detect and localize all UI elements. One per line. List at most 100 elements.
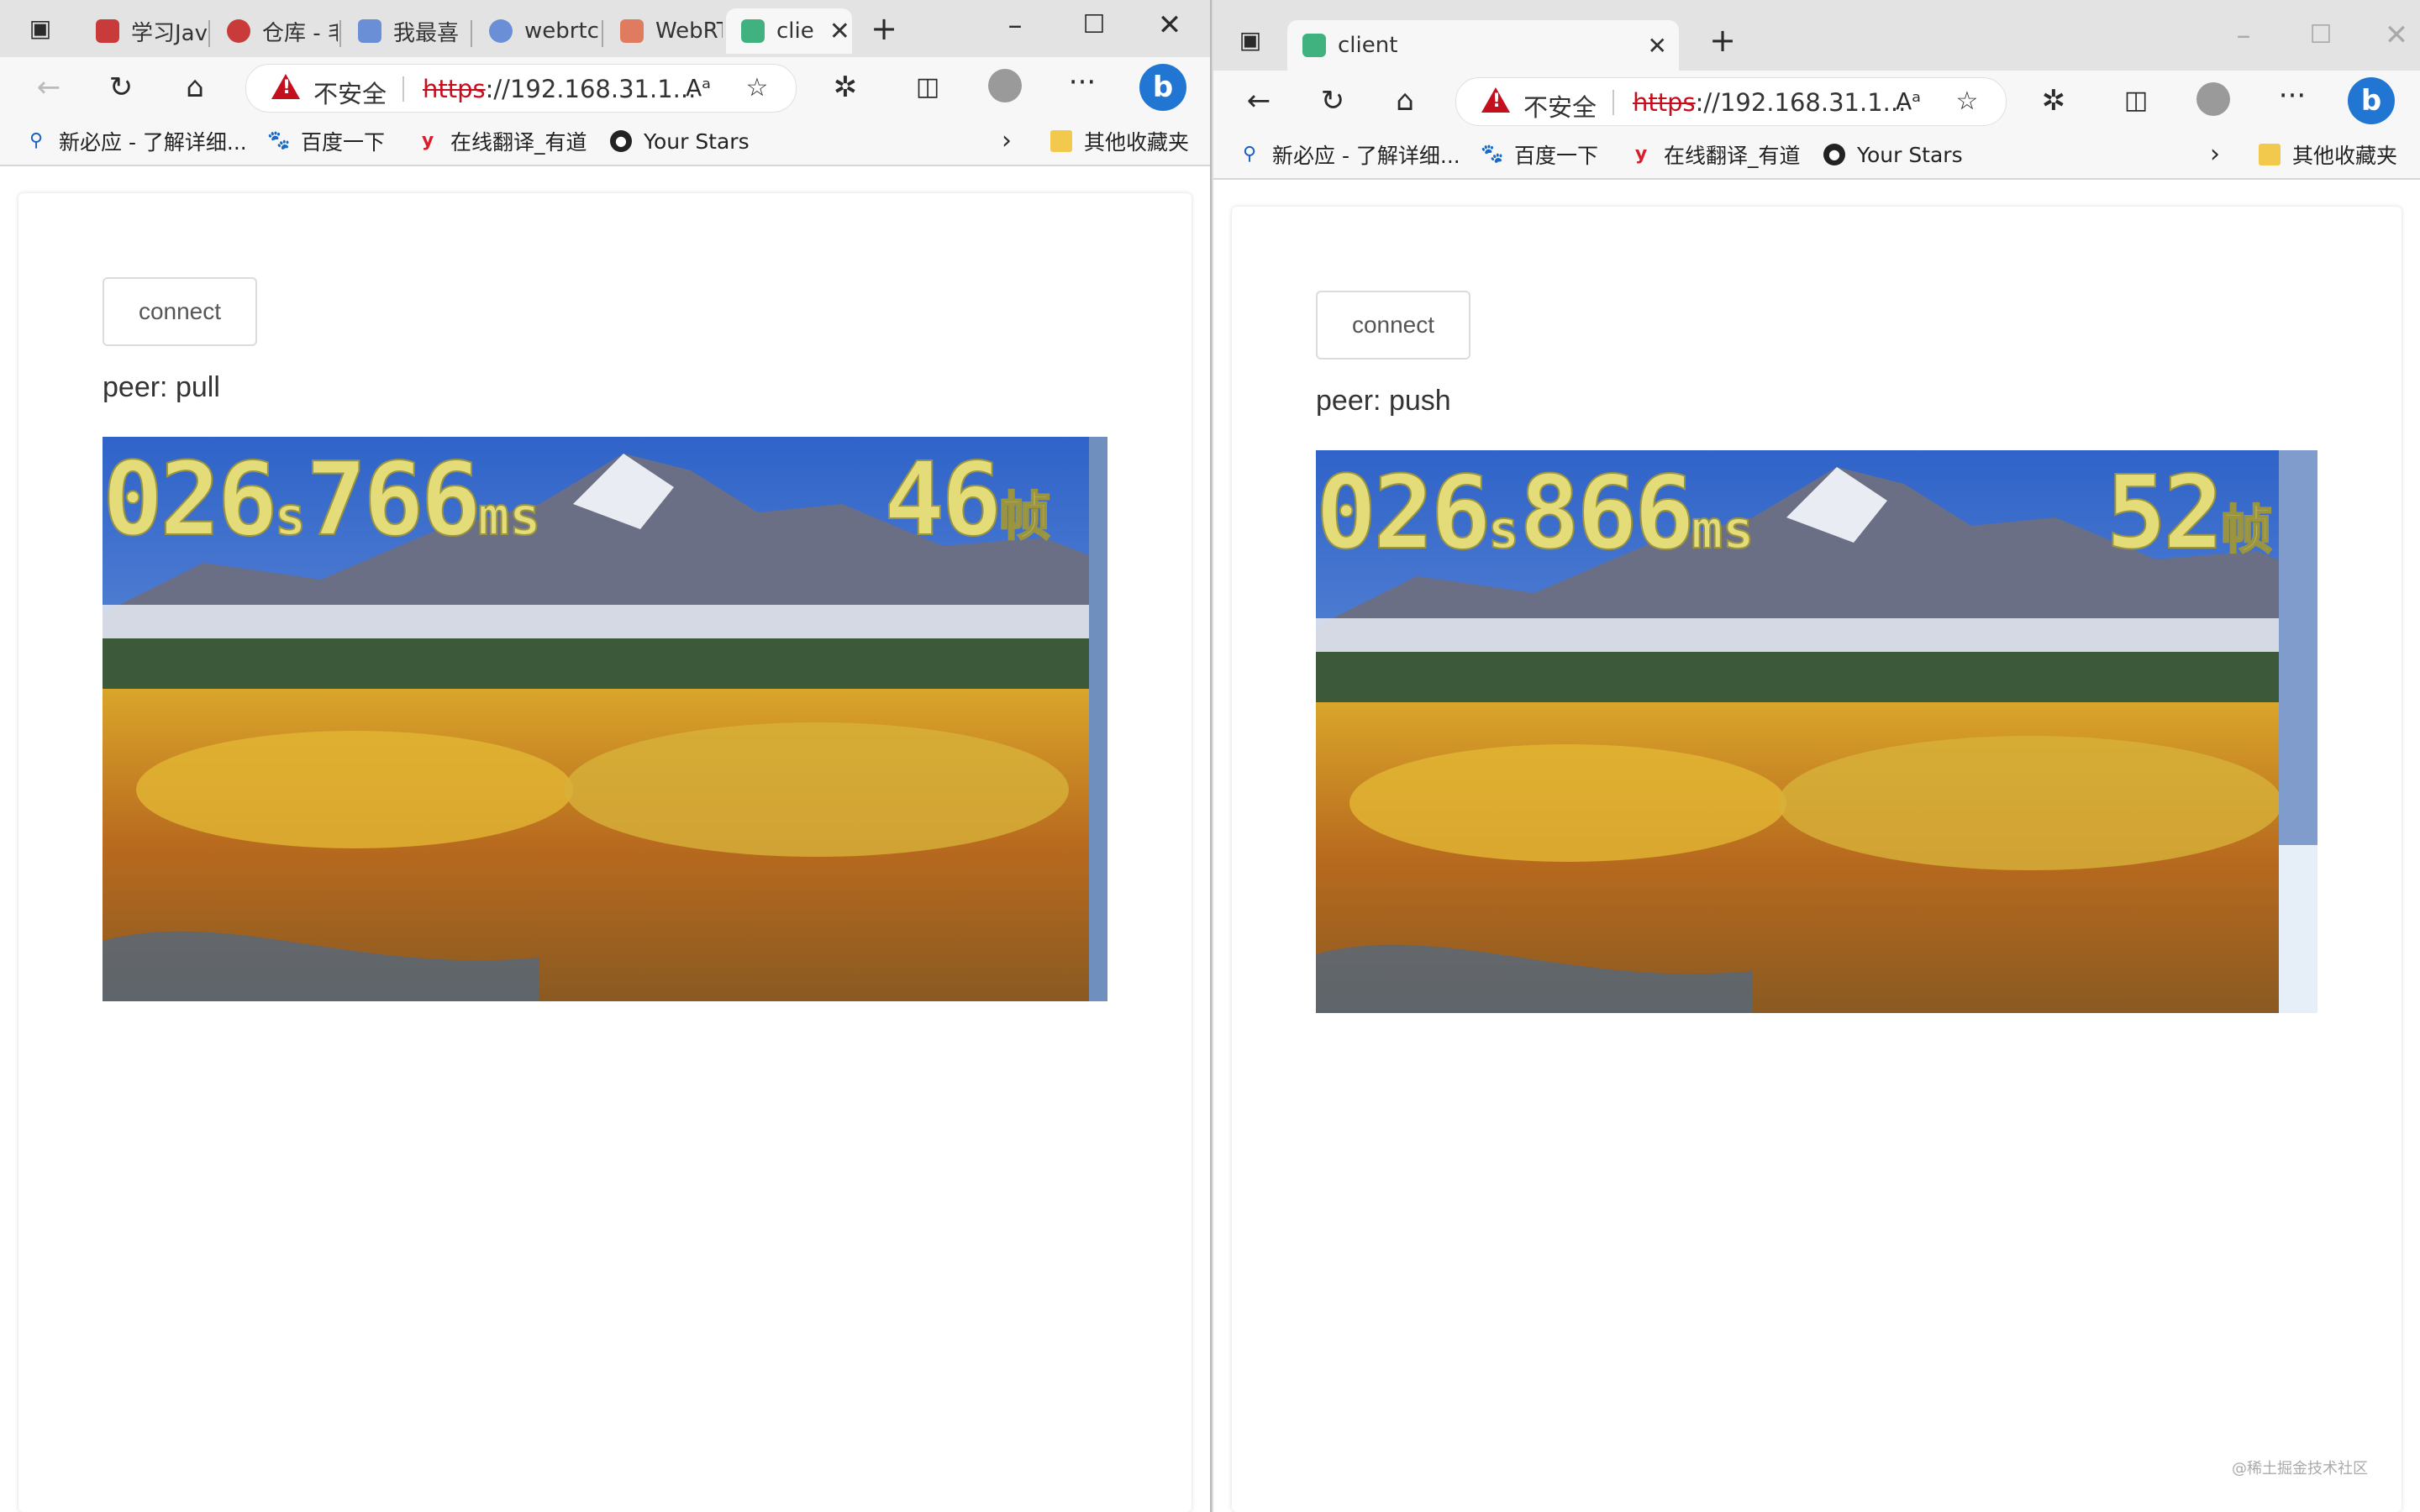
profile-avatar-icon[interactable] bbox=[2195, 82, 2232, 116]
new-tab-icon[interactable]: + bbox=[865, 12, 902, 45]
favorite-star-icon[interactable]: ☆ bbox=[1949, 85, 1986, 118]
bookmark-youdao[interactable]: y 在线翻译_有道 bbox=[1630, 139, 1801, 170]
video-time-overlay: 026s866ms bbox=[1316, 454, 1755, 573]
bookmark-label: 其他收藏夹 bbox=[1084, 130, 1190, 155]
bing-chat-icon[interactable]: b bbox=[2348, 77, 2395, 124]
bookmark-bing[interactable]: ⚲ 新必应 - 了解详细... bbox=[1239, 139, 1460, 170]
chevron-right-icon[interactable]: › bbox=[2196, 138, 2233, 171]
read-aloud-icon[interactable]: Aᵃ bbox=[680, 71, 717, 105]
other-bookmarks-folder[interactable]: 其他收藏夹 bbox=[2259, 139, 2397, 170]
page-content: connect peer: push 026s866ms 52帧 @稀土掘金技术… bbox=[1232, 207, 2402, 1512]
bookmark-label: 百度一下 bbox=[301, 130, 386, 155]
github-icon: ● bbox=[1823, 144, 1845, 165]
read-aloud-icon[interactable]: Aᵃ bbox=[1890, 85, 1927, 118]
overlay-s-unit: s bbox=[274, 485, 307, 548]
peer-label: peer: push bbox=[1316, 385, 1451, 417]
tab-0[interactable]: 学习Jav bbox=[81, 8, 207, 54]
extensions-icon[interactable]: ✲ bbox=[827, 71, 864, 104]
address-bar[interactable]: 不安全 https://192.168.31.1... Aᵃ ☆ bbox=[245, 64, 797, 113]
gitee-favicon-icon bbox=[227, 19, 250, 43]
maximize-icon[interactable]: ☐ bbox=[2302, 18, 2339, 52]
page-content: connect peer: pull 026s766ms 46帧 bbox=[18, 193, 1192, 1512]
favorite-star-icon[interactable]: ☆ bbox=[739, 71, 776, 105]
back-icon[interactable]: ← bbox=[1240, 84, 1277, 118]
insecure-label: 不安全 bbox=[313, 80, 387, 108]
baidu-icon: 🐾 bbox=[267, 130, 291, 151]
maximize-icon[interactable]: ☐ bbox=[1076, 8, 1113, 42]
close-tab-icon[interactable]: ✕ bbox=[829, 17, 850, 46]
tab-client-active[interactable]: client ✕ bbox=[1287, 20, 1679, 71]
overlay-ms: 866 bbox=[1518, 454, 1696, 573]
overlay-frames-unit: 帧 bbox=[997, 485, 1051, 548]
bookmarks-bar: ⚲ 新必应 - 了解详细... 🐾 百度一下 y 在线翻译_有道 ● Your Star… bbox=[1213, 131, 2420, 180]
bookmark-github[interactable]: ● Your Stars bbox=[1823, 139, 1963, 170]
refresh-icon[interactable]: ↻ bbox=[103, 71, 139, 104]
overlay-seconds: 026 bbox=[1316, 454, 1492, 573]
url-scheme: https bbox=[1633, 88, 1696, 117]
watermark: @稀土掘金技术社区 bbox=[2232, 1460, 2368, 1478]
back-icon[interactable]: ← bbox=[30, 71, 67, 104]
extensions-icon[interactable]: ✲ bbox=[2035, 84, 2072, 118]
tab-5-active[interactable]: clie ✕ bbox=[726, 8, 852, 54]
bookmark-label: 新必应 - 了解详细... bbox=[59, 130, 247, 155]
home-icon[interactable]: ⌂ bbox=[176, 71, 213, 104]
bookmark-github[interactable]: ● Your Stars bbox=[610, 126, 750, 156]
pdf-favicon-icon bbox=[96, 19, 119, 43]
overlay-ms-unit: ms bbox=[1691, 498, 1755, 561]
bookmark-baidu[interactable]: 🐾 百度一下 bbox=[1481, 139, 1598, 170]
bookmark-bing[interactable]: ⚲ 新必应 - 了解详细... bbox=[25, 126, 247, 156]
more-menu-icon[interactable]: ··· bbox=[1064, 66, 1101, 99]
minimize-icon[interactable]: – bbox=[2225, 18, 2262, 52]
tab-3[interactable]: webrtc bbox=[474, 8, 600, 54]
window-close-icon[interactable]: ✕ bbox=[2378, 18, 2415, 52]
close-tab-icon[interactable]: ✕ bbox=[1648, 32, 1667, 60]
vue-favicon-icon bbox=[1302, 34, 1326, 57]
profile-avatar-icon[interactable] bbox=[986, 69, 1023, 102]
url-text[interactable]: https://192.168.31.1... bbox=[1633, 88, 1906, 117]
overlay-frames-unit: 帧 bbox=[2219, 498, 2273, 561]
search-icon: ⚲ bbox=[1242, 144, 1257, 165]
connect-button[interactable]: connect bbox=[1316, 291, 1470, 360]
tab-4[interactable]: WebRTC bbox=[605, 8, 723, 54]
layers-favicon-icon bbox=[358, 19, 381, 43]
minimize-icon[interactable]: – bbox=[997, 8, 1034, 42]
url-rest: ://192.168.31.1... bbox=[1695, 88, 1907, 117]
search-favicon-icon bbox=[489, 19, 513, 43]
baidu-icon: 🐾 bbox=[1481, 144, 1504, 165]
flame-favicon-icon bbox=[620, 19, 644, 43]
tab-actions-icon[interactable]: ▣ bbox=[22, 12, 59, 45]
more-menu-icon[interactable]: ··· bbox=[2274, 79, 2311, 113]
window-close-icon[interactable]: ✕ bbox=[1151, 8, 1188, 42]
youdao-icon: y bbox=[1634, 144, 1648, 165]
bookmark-baidu[interactable]: 🐾 百度一下 bbox=[267, 126, 385, 156]
address-bar[interactable]: 不安全 https://192.168.31.1... Aᵃ ☆ bbox=[1455, 77, 2007, 126]
overlay-s-unit: s bbox=[1487, 498, 1520, 561]
overlay-frames: 52 bbox=[2105, 454, 2224, 573]
bookmark-label: 在线翻译_有道 bbox=[1664, 144, 1801, 168]
bing-chat-icon[interactable]: b bbox=[1139, 64, 1186, 111]
warning-icon bbox=[1481, 87, 1510, 113]
split-screen-icon[interactable]: ◫ bbox=[2118, 84, 2154, 118]
home-icon[interactable]: ⌂ bbox=[1386, 84, 1423, 118]
overlay-ms-unit: ms bbox=[477, 485, 542, 548]
tab-actions-icon[interactable]: ▣ bbox=[1232, 24, 1269, 57]
video-frame-overlay: 52帧 bbox=[2105, 454, 2274, 573]
bookmarks-bar: ⚲ 新必应 - 了解详细... 🐾 百度一下 y 在线翻译_有道 ● Your Star… bbox=[0, 118, 1210, 166]
video-stream: 026s766ms 46帧 bbox=[103, 437, 1107, 1001]
video-time-overlay: 026s766ms bbox=[103, 441, 542, 559]
other-bookmarks-folder[interactable]: 其他收藏夹 bbox=[1050, 126, 1189, 156]
chevron-right-icon[interactable]: › bbox=[988, 124, 1025, 158]
connect-button[interactable]: connect bbox=[103, 277, 257, 346]
tab-bar: ▣ client ✕ + – ☐ ✕ bbox=[1213, 0, 2420, 81]
folder-icon bbox=[2259, 144, 2281, 165]
split-screen-icon[interactable]: ◫ bbox=[909, 71, 946, 104]
bookmark-youdao[interactable]: y 在线翻译_有道 bbox=[417, 126, 587, 156]
toolbar: ← ↻ ⌂ 不安全 https://192.168.31.1... Aᵃ ☆ ✲… bbox=[0, 57, 1210, 118]
insecure-label: 不安全 bbox=[1523, 93, 1597, 122]
tab-1[interactable]: 仓库 - 毛 bbox=[212, 8, 338, 54]
new-tab-icon[interactable]: + bbox=[1704, 24, 1741, 57]
url-text[interactable]: https://192.168.31.1... bbox=[423, 75, 696, 103]
refresh-icon[interactable]: ↻ bbox=[1314, 84, 1351, 118]
tab-2[interactable]: 我最喜 bbox=[343, 8, 469, 54]
bookmark-label: Your Stars bbox=[1857, 142, 1963, 167]
